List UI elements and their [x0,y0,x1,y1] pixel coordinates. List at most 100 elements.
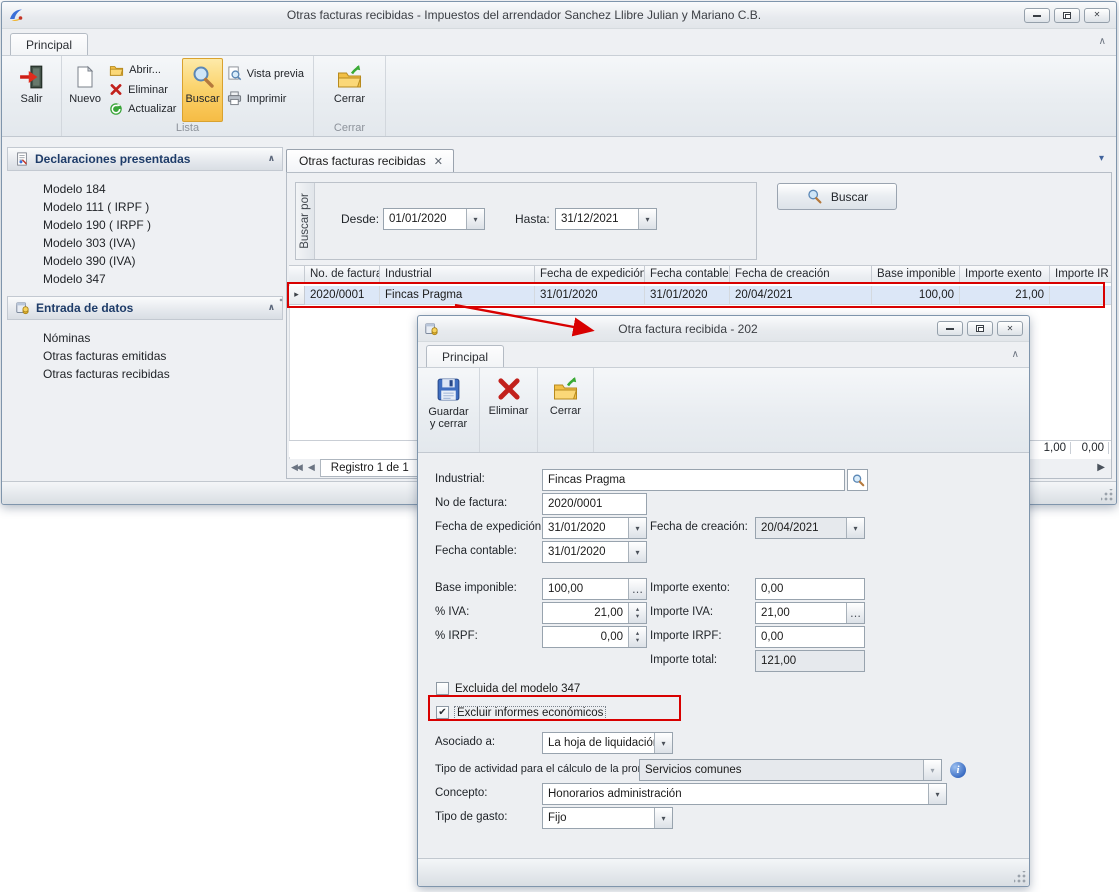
hasta-date-input[interactable]: 31/12/2021 ▾ [555,208,657,230]
main-ribbon-tabstrip: Principal ∧ [2,29,1116,55]
fecha-creacion-input[interactable]: 20/04/2021 ▾ [755,517,865,539]
sidebar-item-modelo-111[interactable]: Modelo 111 ( IRPF ) [7,198,283,216]
importe-exento-input[interactable]: 0,00 [755,578,865,600]
close-button[interactable]: ✕ [1084,8,1110,23]
col-fecha-creacion[interactable]: Fecha de creación [730,265,872,283]
spin-down-icon[interactable]: ▾ [636,613,639,620]
cell-industrial[interactable]: Fincas Pragma [380,286,535,305]
cell-importe-ir[interactable] [1050,286,1111,305]
dialog-eliminar-button[interactable]: Eliminar [484,370,534,434]
spin-down-icon[interactable]: ▾ [636,637,639,644]
resize-grip[interactable] [1101,489,1113,501]
sidebar-section-entrada[interactable]: Entrada de datos ∧ [7,296,283,320]
sidebar-item-modelo-390[interactable]: Modelo 390 (IVA) [7,252,283,270]
cell-fecha-contable[interactable]: 31/01/2020 [645,286,730,305]
sidebar-item-modelo-190[interactable]: Modelo 190 ( IRPF ) [7,216,283,234]
actualizar-button[interactable]: Actualizar [109,102,176,116]
col-base-imponible[interactable]: Base imponible [872,265,960,283]
nav-prev-button[interactable]: ◀ [306,461,317,475]
collapse-section-icon[interactable]: ∧ [268,303,275,313]
tipo-gasto-select[interactable]: Fijo ▾ [542,807,673,829]
pct-iva-input[interactable]: 21,00 ▴▾ [542,602,647,624]
cell-no-factura[interactable]: 2020/0001 [305,286,380,305]
vista-previa-button[interactable]: Vista previa [227,66,304,81]
buscar-ribbon-button[interactable]: Buscar [182,58,222,122]
pct-irpf-input[interactable]: 0,00 ▴▾ [542,626,647,648]
col-industrial[interactable]: Industrial [380,265,535,283]
dropdown-icon[interactable]: ▾ [654,808,672,828]
dialog-tab-principal[interactable]: Principal [426,345,504,367]
dropdown-icon[interactable]: ▾ [928,784,946,804]
sidebar-item-modelo-347[interactable]: Modelo 347 [7,270,283,288]
minimize-button[interactable] [1024,8,1050,23]
no-factura-input[interactable]: 2020/0001 [542,493,647,515]
dropdown-icon[interactable]: ▾ [846,518,864,538]
fecha-expedicion-input[interactable]: 31/01/2020 ▾ [542,517,647,539]
dialog-resize-grip[interactable] [1014,871,1026,883]
abrir-button[interactable]: Abrir... [109,63,176,77]
col-fecha-expedicion[interactable]: Fecha de expedición [535,265,645,283]
dialog-close-button[interactable]: ✕ [997,321,1023,336]
grid-selected-row[interactable]: ▸ 2020/0001 Fincas Pragma 31/01/2020 31/… [289,286,1111,305]
dropdown-icon[interactable]: ▾ [628,518,646,538]
cell-fecha-creacion[interactable]: 20/04/2021 [730,286,872,305]
hasta-dropdown-icon[interactable]: ▾ [638,209,656,229]
doc-tab-close-icon[interactable]: ✕ [434,155,443,168]
cell-importe-exento[interactable]: 21,00 [960,286,1050,305]
sidebar-item-otras-facturas-emitidas[interactable]: Otras facturas emitidas [7,347,283,365]
dropdown-icon[interactable]: ▾ [628,542,646,562]
prorrata-select[interactable]: Servicios comunes ▾ [639,759,942,781]
buscar-button[interactable]: Buscar [777,183,897,210]
cerrar-button[interactable]: Cerrar [325,58,375,122]
imprimir-button[interactable]: Imprimir [227,91,304,106]
dialog-ribbon-tabstrip: Principal ∧ [418,342,1029,367]
info-icon[interactable]: i [950,762,966,778]
doc-tab-otras-facturas-recibidas[interactable]: Otras facturas recibidas ✕ [286,149,454,172]
nuevo-button[interactable]: Nuevo [65,58,105,122]
sidebar-item-nominas[interactable]: Nóminas [7,329,283,347]
nav-first-button[interactable]: ◀◀ [289,461,303,475]
fecha-contable-input[interactable]: 31/01/2020 ▾ [542,541,647,563]
asociado-select[interactable]: La hoja de liquidación ▾ [542,732,673,754]
dialog-minimize-button[interactable] [937,321,963,336]
restore-button[interactable] [1054,8,1080,23]
cell-fecha-expedicion[interactable]: 31/01/2020 [535,286,645,305]
col-importe-ir[interactable]: Importe IR [1050,265,1111,283]
sidebar-item-modelo-303[interactable]: Modelo 303 (IVA) [7,234,283,252]
excluir-informes-economicos-checkbox[interactable]: ✔ Excluir informes económicos [436,706,605,719]
collapse-section-icon[interactable]: ∧ [268,154,275,164]
hscroll-right-arrow[interactable]: ▶ [1097,462,1105,473]
col-importe-exento[interactable]: Importe exento [960,265,1050,283]
ellipsis-button[interactable]: … [628,579,646,599]
eliminar-button[interactable]: Eliminar [109,83,176,96]
concepto-select[interactable]: Honorarios administración ▾ [542,783,947,805]
salir-button[interactable]: Salir [7,58,57,122]
dialog-cerrar-button[interactable]: Cerrar [541,370,590,434]
dialog-restore-button[interactable] [967,321,993,336]
tab-principal[interactable]: Principal [10,33,88,55]
ribbon-collapse-icon[interactable]: ∧ [1099,36,1106,47]
base-imponible-input[interactable]: 100,00 … [542,578,647,600]
dropdown-icon[interactable]: ▾ [654,733,672,753]
dialog-ribbon-collapse-icon[interactable]: ∧ [1012,349,1019,360]
cell-base-imponible[interactable]: 100,00 [872,286,960,305]
guardar-y-cerrar-button[interactable]: Guardar y cerrar [424,370,474,434]
desde-dropdown-icon[interactable]: ▾ [466,209,484,229]
vista-previa-label: Vista previa [247,68,304,80]
sidebar-item-modelo-184[interactable]: Modelo 184 [7,180,283,198]
industrial-input[interactable]: Fincas Pragma [542,469,845,491]
buscar-label: Buscar [185,93,219,105]
sidebar-section-declaraciones[interactable]: Declaraciones presentadas ∧ [7,147,283,171]
printer-icon [227,91,242,106]
sidebar-splitter[interactable] [279,297,284,323]
excluida-modelo-347-checkbox[interactable]: Excluida del modelo 347 [436,682,580,695]
col-fecha-contable[interactable]: Fecha contable [645,265,730,283]
col-no-factura[interactable]: No. de factura [305,265,380,283]
ellipsis-button[interactable]: … [846,603,864,623]
importe-iva-input[interactable]: 21,00 … [755,602,865,624]
desde-date-input[interactable]: 01/01/2020 ▾ [383,208,485,230]
sidebar-item-otras-facturas-recibidas[interactable]: Otras facturas recibidas [7,365,283,383]
industrial-lookup-button[interactable] [847,469,868,491]
tab-list-dropdown-icon[interactable]: ▾ [1099,153,1104,164]
importe-irpf-input[interactable]: 0,00 [755,626,865,648]
